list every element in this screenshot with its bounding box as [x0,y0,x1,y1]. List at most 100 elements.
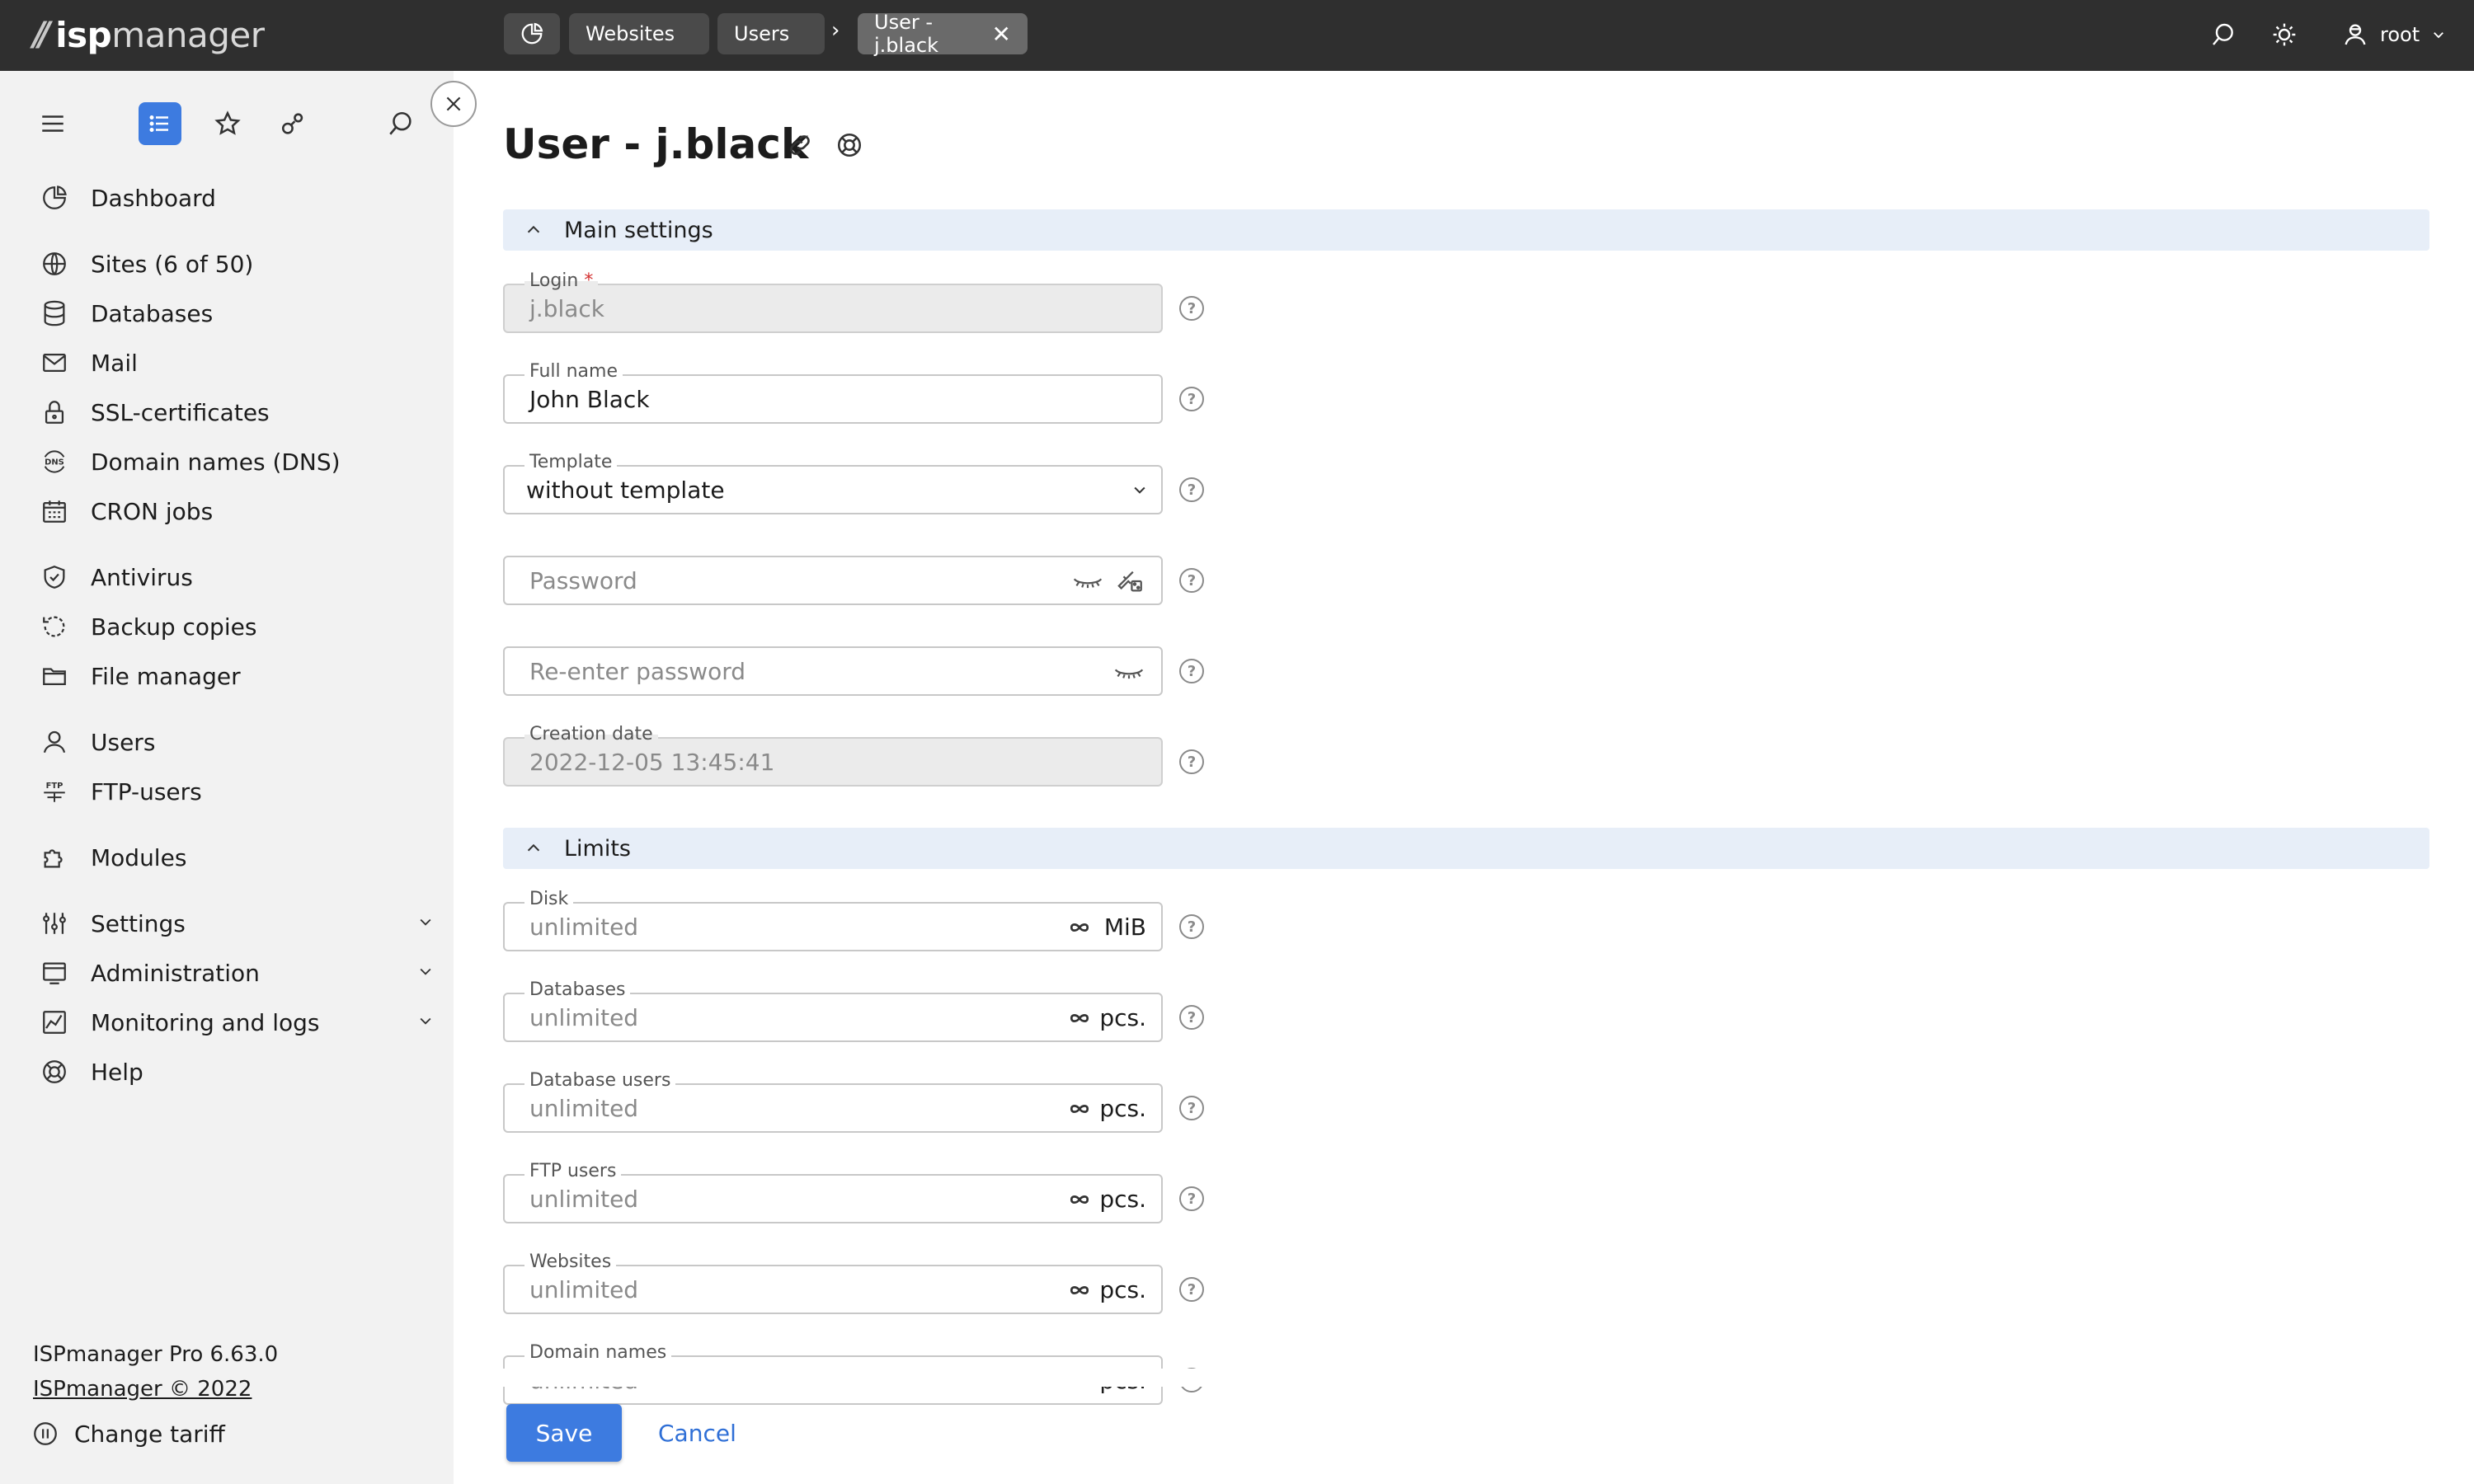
sidebar-toolbar [0,102,454,152]
sidebar: Dashboard Sites (6 of 50) Databases Mail… [0,71,454,1484]
limit-disk-field[interactable]: Disk unlimited MiB [503,889,1163,951]
sidebar-item-sites[interactable]: Sites (6 of 50) [38,244,434,284]
search-icon[interactable] [2205,16,2241,53]
copyright-link[interactable]: ISPmanager © 2022 [33,1377,252,1402]
logo[interactable]: // ispmanager [33,12,265,58]
change-tariff-link[interactable]: Change tariff [31,1420,225,1448]
sidebar-item-mail[interactable]: Mail [38,343,434,383]
sidebar-item-monitoring[interactable]: Monitoring and logs [38,1003,434,1042]
creation-date-field: Creation date 2022-12-05 13:45:41 [503,724,1163,787]
help-lifebuoy-icon[interactable] [833,129,866,162]
eye-closed-icon[interactable] [1072,567,1103,595]
login-help-icon[interactable]: ? [1179,296,1204,321]
tab-user-j-black[interactable]: User - j.black ✕ [858,11,1028,57]
link-icon[interactable] [783,129,816,162]
login-label: Login * [524,270,599,292]
sidebar-item-backup[interactable]: Backup copies [38,607,434,646]
list-view-icon[interactable] [139,102,181,145]
tab-websites[interactable]: Websites [569,13,709,54]
password-help-icon[interactable]: ? [1179,568,1204,593]
scroll-fade [495,1369,1237,1387]
chevron-up-icon [524,839,543,857]
sidebar-item-ftp-users[interactable]: FTP FTP-users [38,772,434,811]
limit-ftp-users-help-icon[interactable]: ? [1179,1186,1204,1211]
limit-ftp-users-field[interactable]: FTP users unlimited pcs. [503,1161,1163,1223]
sliders-icon [38,907,71,940]
chevron-down-icon [2434,32,2444,39]
limit-databases-help-icon[interactable]: ? [1179,1005,1204,1030]
sidebar-item-dns[interactable]: DNS Domain names (DNS) [38,442,434,481]
chevron-down-icon [1131,481,1148,498]
limit-websites-field[interactable]: Websites unlimited pcs. [503,1252,1163,1314]
template-label: Template [524,452,618,473]
tab-users[interactable]: Users [717,13,825,54]
chevron-up-icon [524,221,543,239]
chevron-down-icon [420,1017,431,1025]
infinity-icon[interactable] [1065,1006,1094,1031]
database-icon [38,297,71,330]
limit-disk-help-icon[interactable]: ? [1179,914,1204,939]
logo-mark: // [33,16,50,54]
infinity-icon[interactable] [1065,1097,1094,1121]
fullname-field[interactable]: Full name John Black [503,361,1163,424]
server-icon [38,956,71,989]
chart-icon [38,1006,71,1039]
recent-icon[interactable] [272,102,315,145]
sidebar-item-administration[interactable]: Administration [38,953,434,993]
pie-chart-icon [521,22,543,45]
sidebar-item-antivirus[interactable]: Antivirus [38,557,434,597]
coins-icon [31,1420,59,1448]
limit-database-users-field[interactable]: Database users unlimited pcs. [503,1070,1163,1133]
lifebuoy-icon [38,1055,71,1088]
section-main-settings[interactable]: Main settings [503,209,2429,251]
limit-database-users-help-icon[interactable]: ? [1179,1096,1204,1120]
user-icon [2345,24,2366,45]
repassword-placeholder: Re-enter password [529,658,746,685]
creation-date-value: 2022-12-05 13:45:41 [529,749,775,776]
shield-icon [38,561,71,594]
sidebar-item-databases[interactable]: Databases [38,294,434,333]
login-value: j.black [529,295,604,322]
svg-text:FTP: FTP [46,782,63,791]
sidebar-item-cron[interactable]: CRON jobs [38,491,434,531]
puzzle-icon [38,841,71,874]
star-icon[interactable] [206,102,249,145]
save-button[interactable]: Save [506,1404,622,1462]
sidebar-item-file-manager[interactable]: File manager [38,656,434,696]
repassword-field[interactable]: Re-enter password [503,646,1163,696]
sidebar-item-users[interactable]: Users [38,722,434,762]
generate-password-icon[interactable] [1117,567,1145,595]
template-select[interactable]: Template without template [503,452,1163,514]
svg-text:DNS: DNS [45,458,64,467]
close-tab-icon[interactable]: ✕ [992,21,1011,48]
repassword-help-icon[interactable]: ? [1179,659,1204,683]
password-field[interactable]: Password [503,556,1163,605]
sidebar-item-help[interactable]: Help [38,1052,434,1092]
theme-toggle-icon[interactable] [2266,16,2302,53]
close-sidebar-button[interactable] [430,81,477,127]
sidebar-item-modules[interactable]: Modules [38,838,434,877]
sidebar-item-settings[interactable]: Settings [38,904,434,943]
eye-closed-icon[interactable] [1113,658,1145,686]
login-field: Login * j.black [503,270,1163,333]
user-menu[interactable]: root [2342,16,2446,53]
fullname-help-icon[interactable]: ? [1179,387,1204,411]
sidebar-search-icon[interactable] [379,102,422,145]
limit-websites-help-icon[interactable]: ? [1179,1277,1204,1302]
template-value: without template [526,477,725,504]
infinity-icon[interactable] [1065,1187,1094,1212]
infinity-icon[interactable] [1065,1278,1094,1303]
sidebar-item-ssl[interactable]: SSL-certificates [38,392,434,432]
infinity-icon[interactable] [1065,915,1094,940]
limit-databases-field[interactable]: Databases unlimited pcs. [503,979,1163,1042]
creation-date-help-icon[interactable]: ? [1179,749,1204,774]
creation-date-label: Creation date [524,724,658,745]
password-placeholder: Password [529,567,637,594]
menu-icon[interactable] [31,102,74,145]
sidebar-item-dashboard[interactable]: Dashboard [38,178,434,218]
cancel-button[interactable]: Cancel [658,1404,736,1462]
chevron-down-icon [420,968,431,975]
dashboard-tab[interactable] [504,13,560,54]
section-limits[interactable]: Limits [503,828,2429,869]
template-help-icon[interactable]: ? [1179,477,1204,502]
